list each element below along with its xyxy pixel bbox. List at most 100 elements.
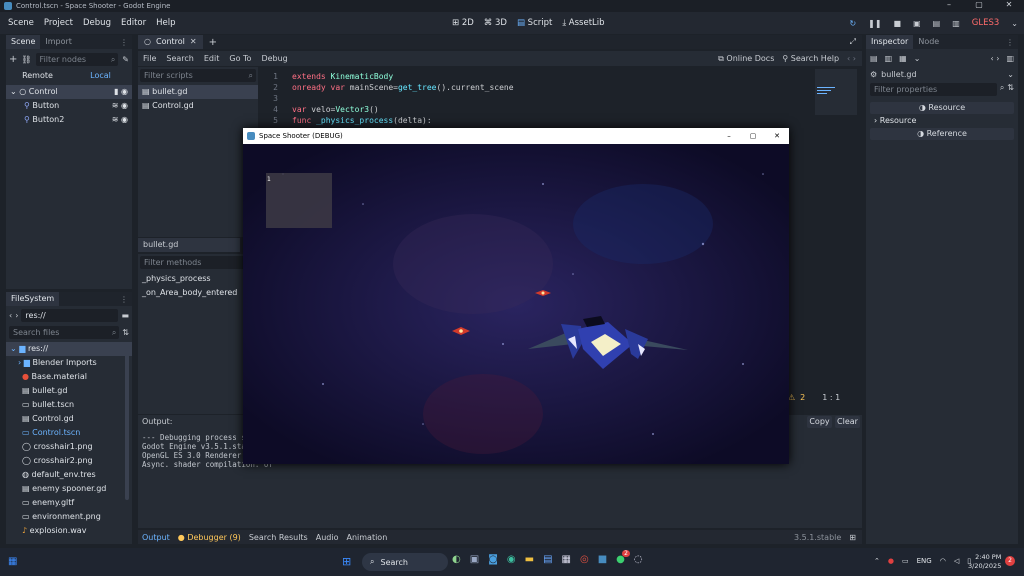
tab-audio[interactable]: Audio bbox=[316, 533, 339, 542]
resource-section-header[interactable]: ◑ Resource bbox=[870, 102, 1014, 114]
maximize-icon[interactable]: ▢ bbox=[741, 132, 765, 140]
path-field[interactable]: res:// bbox=[21, 308, 119, 322]
code-editor[interactable]: 1 extends KinematicBody 2 onready var main… bbox=[262, 69, 812, 129]
file-item[interactable]: ◍ default_env.tres bbox=[6, 468, 132, 482]
tab-animation[interactable]: Animation bbox=[346, 533, 387, 542]
renderer-select[interactable]: GLES3 bbox=[972, 18, 1000, 28]
close-icon[interactable]: ✕ bbox=[994, 0, 1024, 9]
chrome-icon[interactable]: ◎ bbox=[580, 554, 589, 565]
warning-icon[interactable]: ⚠ bbox=[788, 393, 795, 405]
object-history-icon[interactable]: ▥ bbox=[1006, 54, 1014, 63]
task-view-icon[interactable]: ▣ bbox=[470, 554, 479, 565]
load-resource-icon[interactable]: ▥ bbox=[885, 54, 893, 63]
edge-icon[interactable]: ◉ bbox=[507, 554, 516, 565]
dock-menu-icon[interactable]: ⋮ bbox=[120, 295, 128, 304]
link-icon[interactable]: ⛓ bbox=[21, 55, 31, 64]
sort-icon[interactable]: ⇅ bbox=[122, 328, 129, 337]
resource-group-row[interactable]: › Resource bbox=[866, 114, 1018, 128]
tree-node-button2[interactable]: ⚲ Button2 ≋ ◉ bbox=[6, 113, 132, 127]
script-icon[interactable]: ▮ ◉ bbox=[114, 85, 128, 99]
copy-button[interactable]: Copy bbox=[807, 416, 832, 428]
signal-visibility-icon[interactable]: ≋ ◉ bbox=[112, 99, 128, 113]
file-item[interactable]: ◯ crosshair1.png bbox=[6, 440, 132, 454]
renderer-chevron-icon[interactable]: ⌄ bbox=[1011, 19, 1018, 28]
filter-methods-input[interactable]: Filter methods bbox=[140, 256, 256, 269]
file-item[interactable]: ▤ Control.gd bbox=[6, 412, 132, 426]
script-menu-search[interactable]: Search bbox=[161, 54, 198, 63]
history-nav-icon[interactable]: ‹ › bbox=[847, 54, 856, 63]
godot-debug-icon[interactable]: ◌ bbox=[634, 554, 643, 565]
filter-scripts-input[interactable]: Filter scripts ⌕ bbox=[140, 69, 256, 82]
tab-search-results[interactable]: Search Results bbox=[249, 533, 308, 542]
save-resource-icon[interactable]: ▦ bbox=[899, 54, 907, 63]
tab-node[interactable]: Node bbox=[913, 35, 944, 49]
code-minimap[interactable] bbox=[815, 69, 857, 115]
file-item[interactable]: ▭ enemy.gltf bbox=[6, 496, 132, 510]
local-tab[interactable]: Local bbox=[69, 69, 132, 83]
display-icon[interactable]: ▭ bbox=[902, 557, 909, 565]
filesystem-scrollbar[interactable] bbox=[125, 350, 129, 500]
menu-help[interactable]: Help bbox=[151, 18, 180, 28]
distraction-free-icon[interactable]: ⤢ bbox=[850, 37, 856, 47]
play-custom-icon[interactable]: ▤ bbox=[933, 19, 941, 28]
pin-icon[interactable]: ⊞ bbox=[849, 533, 856, 542]
add-tab-icon[interactable]: + bbox=[209, 37, 217, 48]
filter-properties-input[interactable]: Filter properties bbox=[870, 83, 997, 96]
script-item-bullet[interactable]: ▤ bullet.gd bbox=[138, 85, 258, 99]
new-resource-icon[interactable]: ▤ bbox=[870, 54, 878, 63]
dock-menu-icon[interactable]: ⋮ bbox=[1006, 38, 1014, 47]
weather-app-icon[interactable]: ◐ bbox=[452, 554, 461, 565]
file-item-res-root[interactable]: ⌄ ▆ res:// bbox=[6, 342, 132, 356]
wifi-icon[interactable]: ◠ bbox=[940, 557, 946, 565]
tab-control-scene[interactable]: ○ Control ✕ bbox=[138, 35, 203, 49]
taskbar-search[interactable]: ⌕ Search bbox=[362, 553, 448, 571]
close-tab-icon[interactable]: ✕ bbox=[190, 35, 197, 49]
movie-icon[interactable]: ▥ bbox=[952, 19, 960, 28]
file-item[interactable]: › ▆ Blender Imports bbox=[6, 356, 132, 370]
whatsapp-icon[interactable]: ● 2 bbox=[616, 550, 630, 565]
signal-visibility-icon[interactable]: ≋ ◉ bbox=[112, 113, 128, 127]
mode-assetlib-button[interactable]: ⤓ AssetLib bbox=[562, 18, 604, 28]
menu-scene[interactable]: Scene bbox=[3, 18, 39, 28]
stop-icon[interactable]: ■ bbox=[894, 19, 902, 28]
script-menu-debug[interactable]: Debug bbox=[256, 54, 292, 63]
clock[interactable]: 2:40 PM 3/20/2025 bbox=[968, 553, 1001, 571]
forward-icon[interactable]: › bbox=[15, 311, 18, 320]
clear-button[interactable]: Clear bbox=[835, 416, 860, 428]
method-item[interactable]: _physics_process bbox=[138, 272, 258, 286]
mode-3d-button[interactable]: ⌘ 3D bbox=[484, 18, 507, 28]
resource-menu-icon[interactable]: ⌄ bbox=[914, 54, 921, 63]
tree-node-control[interactable]: ⌄ ○ Control ▮ ◉ bbox=[6, 85, 132, 99]
script-menu-goto[interactable]: Go To bbox=[224, 54, 256, 63]
tab-inspector[interactable]: Inspector bbox=[866, 35, 914, 49]
play-scene-icon[interactable]: ▣ bbox=[913, 19, 921, 28]
game-window[interactable]: Space Shooter (DEBUG) – ▢ ✕ 1 bbox=[243, 128, 789, 464]
minimize-icon[interactable]: – bbox=[717, 132, 741, 140]
back-icon[interactable]: ‹ bbox=[9, 311, 12, 320]
calendar-app-icon[interactable]: ▦ bbox=[562, 554, 571, 565]
language-indicator[interactable]: ENG bbox=[917, 557, 932, 565]
search-files-input[interactable]: Search files ⌕ bbox=[9, 325, 120, 339]
tab-scene[interactable]: Scene bbox=[6, 35, 41, 49]
file-item[interactable]: ▤ enemy spooner.gd bbox=[6, 482, 132, 496]
method-item[interactable]: _on_Area_body_entered bbox=[138, 286, 258, 300]
remote-tab[interactable]: Remote bbox=[6, 69, 69, 83]
reference-section-header[interactable]: ◑ Reference bbox=[870, 128, 1014, 140]
file-explorer-icon[interactable]: ▬ bbox=[525, 554, 534, 565]
camera-app-icon[interactable]: ◙ bbox=[488, 554, 498, 565]
mode-script-button[interactable]: ▤ Script bbox=[517, 18, 552, 28]
reload-icon[interactable]: ↻ bbox=[849, 19, 856, 28]
menu-debug[interactable]: Debug bbox=[78, 18, 116, 28]
script-menu-edit[interactable]: Edit bbox=[199, 54, 225, 63]
store-icon[interactable]: ▤ bbox=[543, 554, 552, 565]
sort-icon[interactable]: ⇅ bbox=[1007, 83, 1014, 96]
game-viewport[interactable]: 1 bbox=[243, 144, 789, 464]
file-item[interactable]: ● Base.material bbox=[6, 370, 132, 384]
close-icon[interactable]: ✕ bbox=[765, 132, 789, 140]
minimize-icon[interactable]: – bbox=[934, 0, 964, 9]
godot-taskbar-icon[interactable]: ■ bbox=[598, 554, 607, 565]
filter-nodes-input[interactable]: Filter nodes ⌕ bbox=[35, 52, 119, 66]
file-item[interactable]: ▭ environment.png bbox=[6, 510, 132, 524]
file-item[interactable]: ♪ explosion.wav bbox=[6, 524, 132, 538]
split-view-icon[interactable]: ▬ bbox=[121, 311, 129, 320]
